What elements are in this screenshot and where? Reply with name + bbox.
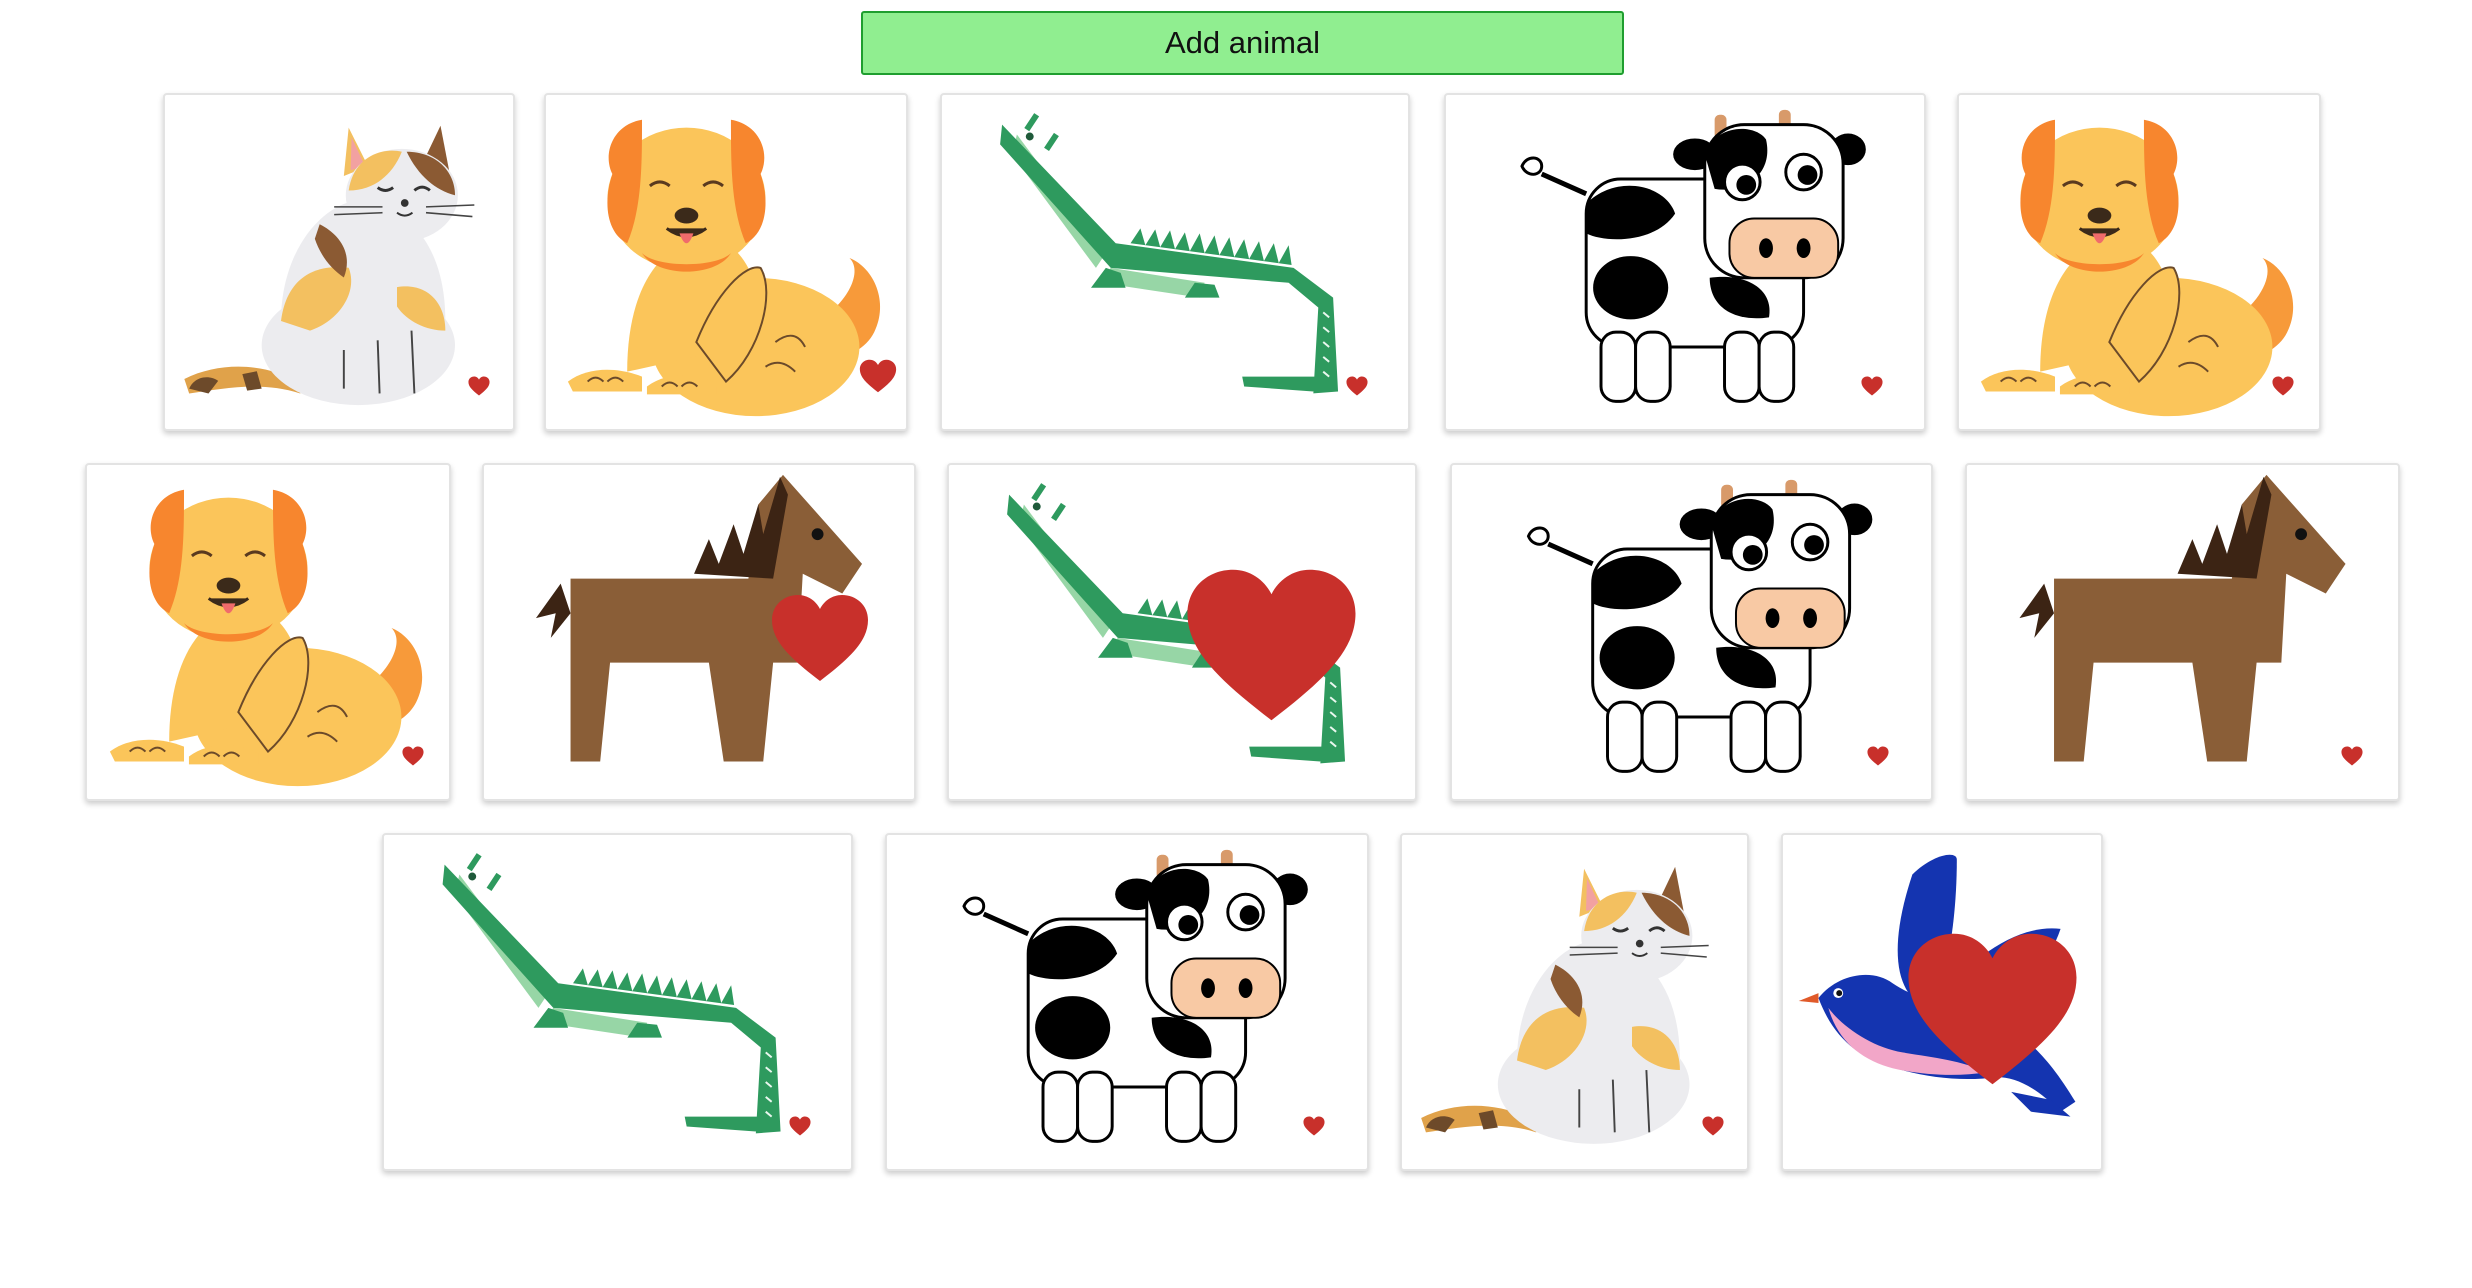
cow-icon [1452,465,1931,799]
animal-card-horse[interactable] [482,463,916,801]
heart-icon[interactable] [770,593,870,683]
cow-icon [887,835,1367,1169]
heart-icon[interactable] [1303,1116,1325,1136]
heart-icon[interactable] [859,359,897,393]
heart-icon[interactable] [2272,376,2294,396]
dog-icon [87,465,449,799]
dog-icon [546,95,906,429]
animal-card-dog[interactable] [1957,93,2321,431]
heart-icon[interactable] [468,376,490,396]
animal-card-cow[interactable] [1444,93,1926,431]
animal-card-crocodile[interactable] [940,93,1410,431]
horse-icon [1967,465,2398,799]
dog-icon [1959,95,2319,429]
animal-card-cat[interactable] [163,93,515,431]
animal-card-dog[interactable] [544,93,908,431]
animal-card-dog[interactable] [85,463,451,801]
cat-icon [1402,835,1747,1169]
animal-card-cat[interactable] [1400,833,1749,1171]
heart-icon[interactable] [1184,566,1359,724]
cat-icon [165,95,513,429]
heart-icon[interactable] [1346,376,1368,396]
animal-card-horse[interactable] [1965,463,2400,801]
crocodile-icon [942,95,1408,429]
heart-icon[interactable] [1861,376,1883,396]
heart-icon[interactable] [789,1116,811,1136]
animal-card-crocodile[interactable] [947,463,1417,801]
heart-icon[interactable] [1702,1116,1724,1136]
animal-card-bird[interactable] [1781,833,2103,1171]
heart-icon[interactable] [402,746,424,766]
crocodile-icon [384,835,851,1169]
animal-card-cow[interactable] [885,833,1369,1171]
animal-card-crocodile[interactable] [382,833,853,1171]
heart-icon[interactable] [2341,746,2363,766]
animal-card-cow[interactable] [1450,463,1933,801]
animal-grid [0,0,2472,1288]
heart-icon[interactable] [1905,930,2080,1088]
heart-icon[interactable] [1867,746,1889,766]
cow-icon [1446,95,1924,429]
